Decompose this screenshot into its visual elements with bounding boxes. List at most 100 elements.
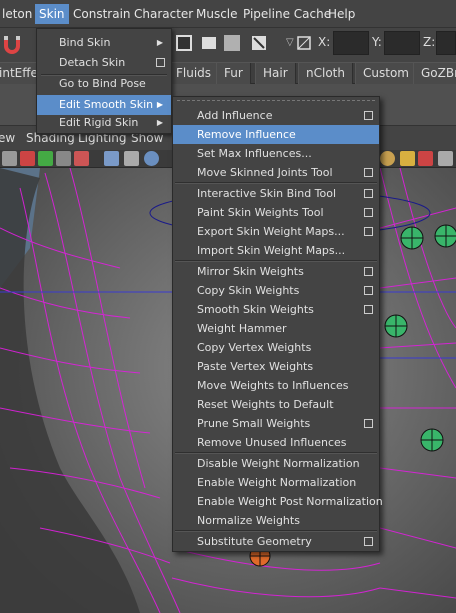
menu-item-export-skin-weight-maps[interactable]: Export Skin Weight Maps...	[173, 222, 379, 241]
menu-item-paint-skin-weights-tool[interactable]: Paint Skin Weights Tool	[173, 203, 379, 222]
option-box-icon[interactable]	[156, 58, 165, 67]
z-label: Z:	[423, 35, 436, 49]
resolution-icon[interactable]	[74, 151, 89, 166]
menu-item-move-skinned-joints-tool[interactable]: Move Skinned Joints Tool	[173, 163, 379, 182]
option-box-icon[interactable]	[364, 111, 373, 120]
menu-item-substitute-geometry[interactable]: Substitute Geometry	[173, 532, 379, 551]
option-box-icon[interactable]	[364, 286, 373, 295]
menu-item-smooth-skin-weights[interactable]: Smooth Skin Weights	[173, 300, 379, 319]
menu-item-edit-rigid-skin[interactable]: Edit Rigid Skin ▶	[37, 113, 171, 133]
chevron-down-icon[interactable]: ▽	[286, 37, 294, 48]
x-label: X:	[318, 35, 331, 49]
menu-item-enable-weight-normalization[interactable]: Enable Weight Normalization	[173, 473, 379, 492]
wireframe-icon[interactable]	[104, 151, 119, 166]
menu-item-label: Move Weights to Influences	[197, 379, 349, 392]
menu-item-label: Interactive Skin Bind Tool	[197, 187, 337, 200]
tab-custom[interactable]: Custom	[355, 63, 417, 84]
menu-item-copy-skin-weights[interactable]: Copy Skin Weights	[173, 281, 379, 300]
select-icon[interactable]	[418, 151, 433, 166]
menu-item-label: Set Max Influences...	[197, 147, 312, 160]
menu-item-label: Edit Smooth Skin	[59, 98, 154, 111]
isolate-icon[interactable]	[438, 151, 453, 166]
menu-pipeline-cache[interactable]: Pipeline Cache	[239, 4, 335, 24]
light-icon[interactable]	[380, 151, 395, 166]
menu-item-paste-vertex-weights[interactable]: Paste Vertex Weights	[173, 357, 379, 376]
tab-hair[interactable]: Hair	[255, 63, 296, 84]
menu-item-label: Add Influence	[197, 109, 273, 122]
menu-item-edit-smooth-skin[interactable]: Edit Smooth Skin ▶	[37, 95, 171, 115]
option-box-icon[interactable]	[364, 267, 373, 276]
menu-item-add-influence[interactable]: Add Influence	[173, 106, 379, 125]
submenu-arrow-icon: ▶	[156, 38, 163, 47]
tab-fur[interactable]: Fur	[216, 63, 251, 84]
option-box-icon[interactable]	[364, 227, 373, 236]
magnet-icon[interactable]	[0, 32, 36, 56]
menu-item-label: Edit Rigid Skin	[59, 116, 139, 129]
lights-icon[interactable]	[400, 151, 415, 166]
menu-item-label: Move Skinned Joints Tool	[197, 166, 333, 179]
edit-smooth-skin-submenu: Add Influence Remove Influence Set Max I…	[172, 96, 383, 552]
option-box-icon[interactable]	[364, 189, 373, 198]
menu-item-disable-weight-normalization[interactable]: Disable Weight Normalization	[173, 454, 379, 473]
menu-item-label: Smooth Skin Weights	[197, 303, 314, 316]
menu-item-label: Mirror Skin Weights	[197, 265, 304, 278]
menu-item-copy-vertex-weights[interactable]: Copy Vertex Weights	[173, 338, 379, 357]
skin-menu: Bind Skin ▶ Detach Skin Go to Bind Pose …	[36, 28, 172, 134]
menu-item-label: Export Skin Weight Maps...	[197, 225, 345, 238]
tab-gozbrush[interactable]: GoZBru	[413, 63, 456, 84]
menu-item-label: Paste Vertex Weights	[197, 360, 314, 373]
menu-item-label: Paint Skin Weights Tool	[197, 206, 324, 219]
smooth-shade-icon[interactable]	[124, 151, 139, 166]
menu-help[interactable]: Help	[324, 4, 359, 24]
render-tools-icons[interactable]	[174, 32, 284, 56]
menu-item-label: Disable Weight Normalization	[197, 457, 360, 470]
menu-item-mirror-skin-weights[interactable]: Mirror Skin Weights	[173, 262, 379, 281]
submenu-arrow-icon: ▶	[156, 118, 163, 127]
menu-item-remove-unused-influences[interactable]: Remove Unused Influences	[173, 433, 379, 452]
option-box-icon[interactable]	[364, 208, 373, 217]
menu-item-label: Prune Small Weights	[197, 417, 311, 430]
panel-menu-view[interactable]: ew	[0, 131, 15, 145]
tab-fluids[interactable]: Fluids	[168, 63, 220, 84]
menu-muscle[interactable]: Muscle	[192, 4, 242, 24]
menu-item-prune-small-weights[interactable]: Prune Small Weights	[173, 414, 379, 433]
submenu-arrow-icon: ▶	[156, 100, 163, 109]
camera-icon[interactable]	[2, 151, 17, 166]
menu-constrain[interactable]: Constrain	[69, 4, 135, 24]
menu-item-label: Substitute Geometry	[197, 535, 312, 548]
bookmark-icon[interactable]	[20, 151, 35, 166]
menu-item-weight-hammer[interactable]: Weight Hammer	[173, 319, 379, 338]
menu-item-label: Detach Skin	[59, 56, 126, 69]
menu-item-label: Remove Influence	[197, 128, 296, 141]
y-field[interactable]	[384, 31, 420, 55]
x-field[interactable]	[333, 31, 369, 55]
menu-item-import-skin-weight-maps[interactable]: Import Skin Weight Maps...	[173, 241, 379, 260]
shaded-icon[interactable]	[144, 151, 159, 166]
menu-item-bind-skin[interactable]: Bind Skin ▶	[37, 33, 171, 53]
menu-item-set-max-influences[interactable]: Set Max Influences...	[173, 144, 379, 163]
option-box-icon[interactable]	[364, 168, 373, 177]
tab-ncloth[interactable]: nCloth	[298, 63, 353, 84]
option-box-icon[interactable]	[364, 305, 373, 314]
menu-item-label: Enable Weight Post Normalization	[197, 495, 383, 508]
menu-item-move-weights-to-influences[interactable]: Move Weights to Influences	[173, 376, 379, 395]
menu-item-remove-influence[interactable]: Remove Influence	[173, 125, 379, 144]
menu-item-normalize-weights[interactable]: Normalize Weights	[173, 511, 379, 530]
grid-icon[interactable]	[38, 151, 53, 166]
menu-item-enable-weight-post-normalization[interactable]: Enable Weight Post Normalization	[173, 492, 383, 511]
option-box-icon[interactable]	[364, 537, 373, 546]
menu-item-detach-skin[interactable]: Detach Skin	[37, 53, 171, 73]
transform-icon[interactable]	[297, 36, 311, 50]
z-field[interactable]	[436, 31, 456, 55]
menu-item-label: Reset Weights to Default	[197, 398, 334, 411]
menu-item-go-to-bind-pose[interactable]: Go to Bind Pose	[37, 74, 171, 94]
option-box-icon[interactable]	[364, 419, 373, 428]
menu-skin[interactable]: Skin	[35, 4, 69, 24]
menu-item-reset-weights-to-default[interactable]: Reset Weights to Default	[173, 395, 379, 414]
menu-character[interactable]: Character	[130, 4, 197, 24]
menu-item-label: Enable Weight Normalization	[197, 476, 357, 489]
tear-off-handle[interactable]	[177, 100, 375, 104]
menu-skeleton[interactable]: leton	[0, 4, 36, 24]
film-icon[interactable]	[56, 151, 71, 166]
menu-item-interactive-skin-bind-tool[interactable]: Interactive Skin Bind Tool	[173, 184, 379, 203]
